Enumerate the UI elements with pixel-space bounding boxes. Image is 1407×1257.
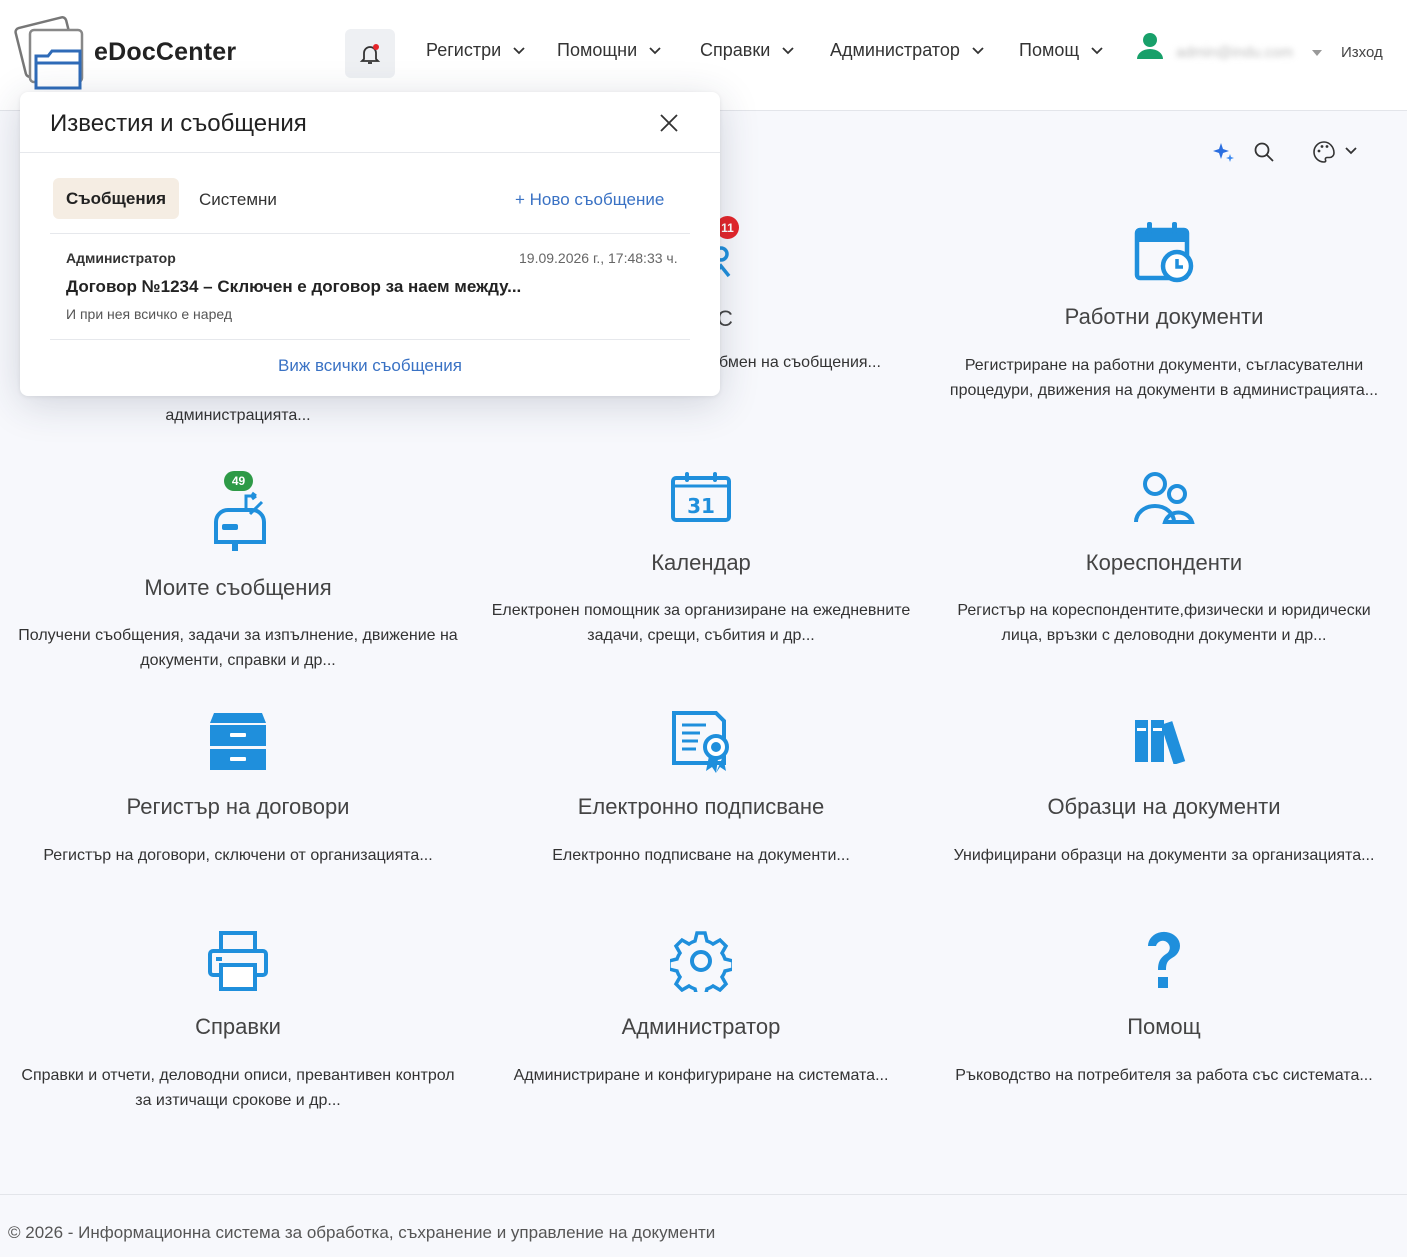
message-sender: Администратор — [66, 250, 176, 266]
popup-divider — [50, 233, 690, 234]
certificate-icon — [672, 711, 729, 773]
tab-system[interactable]: Системни — [199, 190, 277, 210]
card-help[interactable]: Помощ Ръководство на потребителя за рабо… — [944, 928, 1384, 1113]
card-description: Регистър на кореспондентите,физически и … — [957, 602, 1371, 644]
chevron-down-icon[interactable] — [1345, 147, 1357, 155]
question-mark-icon — [1147, 931, 1180, 988]
card-my-messages[interactable]: 49 Моите съобщения Получени съобщения, з… — [18, 470, 458, 680]
card-title: Администратор — [621, 1014, 781, 1039]
mailbox-icon — [214, 491, 266, 551]
nav-label: Помощни — [557, 40, 638, 60]
chevron-down-icon — [972, 46, 984, 54]
calendar-icon: 31 — [671, 472, 731, 522]
users-icon — [1134, 472, 1195, 524]
card-title: Образци на документи — [1047, 794, 1281, 819]
archive-drawer-icon — [210, 713, 266, 770]
nav-label: Справки — [700, 40, 771, 60]
popup-divider — [50, 339, 690, 340]
sparkle-ai-icon[interactable] — [1212, 140, 1236, 164]
search-icon[interactable] — [1253, 141, 1275, 163]
card-title: Моите съобщения — [144, 575, 332, 600]
palette-icon[interactable] — [1312, 140, 1336, 164]
notifications-popup: Известия и съобщения Съобщения Системни … — [20, 92, 720, 396]
card-description: Електронно подписване на документи... — [552, 847, 850, 864]
card-description: Унифицирани образци на документи за орга… — [953, 847, 1375, 864]
printer-icon — [208, 931, 268, 991]
nav-administrator[interactable]: Администратор — [830, 40, 984, 61]
message-body: И при нея всичко е наред — [66, 306, 232, 322]
card-working-documents[interactable]: Работни документи Регистриране на работн… — [944, 218, 1384, 438]
nav-label: Регистри — [426, 40, 502, 60]
nav-label: Помощ — [1019, 40, 1080, 60]
card-description: Ръководство на потребителя за работа със… — [955, 1067, 1373, 1084]
logo-folder-icon[interactable] — [10, 16, 86, 90]
calendar-clock-icon — [1134, 222, 1194, 283]
card-title: Работни документи — [1064, 304, 1264, 329]
books-icon — [1135, 720, 1186, 764]
nav-reports[interactable]: Справки — [700, 40, 794, 61]
user-email[interactable]: admin@indu.com — [1176, 44, 1293, 61]
calendar-day-text: 31 — [687, 494, 715, 518]
card-contracts-register[interactable]: Регистър на договори Регистър на договор… — [18, 710, 458, 895]
logout-link[interactable]: Изход — [1341, 44, 1383, 61]
footer-text: © 2026 - Информационна система за обрабо… — [8, 1223, 716, 1242]
card-title: Електронно подписване — [577, 794, 825, 819]
popup-title: Известия и съобщения — [50, 110, 307, 137]
card-title: Регистър на договори — [126, 794, 350, 819]
caret-down-icon[interactable] — [1312, 50, 1322, 56]
close-icon[interactable] — [658, 112, 680, 134]
nav-registers[interactable]: Регистри — [426, 40, 525, 61]
card-correspondents[interactable]: Кореспонденти Регистър на кореспондентит… — [944, 468, 1384, 678]
view-all-messages-link[interactable]: Виж всички съобщения — [20, 356, 720, 376]
card-description: Получени съобщения, задачи за изпълнение… — [18, 627, 458, 669]
card-description: Регистриране на работни документи, съгла… — [949, 357, 1379, 399]
nav-help[interactable]: Помощ — [1019, 40, 1103, 61]
card-reports[interactable]: Справки Справки и отчети, деловодни опис… — [18, 928, 458, 1113]
chevron-down-icon — [649, 46, 661, 54]
gear-icon — [670, 931, 732, 992]
card-title: Помощ — [1127, 1014, 1201, 1039]
popup-divider — [20, 152, 720, 153]
brand-name[interactable]: eDocCenter — [94, 38, 236, 67]
card-title: Кореспонденти — [1085, 550, 1243, 575]
nav-label: Администратор — [830, 40, 960, 60]
card-description: Администриране и конфигуриране на систем… — [513, 1067, 889, 1084]
card-document-templates[interactable]: Образци на документи Унифицирани образци… — [944, 710, 1384, 895]
card-title: Календар — [651, 550, 751, 575]
card-description: администрацията... — [165, 407, 311, 424]
footer-divider — [0, 1194, 1407, 1195]
nav-auxiliary[interactable]: Помощни — [557, 40, 661, 61]
card-description: Справки и отчети, деловодни описи, прева… — [21, 1067, 455, 1109]
card-description: Регистър на договори, сключени от органи… — [43, 847, 433, 864]
notifications-button[interactable] — [345, 29, 395, 78]
chevron-down-icon — [782, 46, 794, 54]
card-calendar[interactable]: 31 Календар Електронен помощник за орган… — [481, 468, 921, 658]
user-icon[interactable] — [1135, 31, 1165, 61]
card-title: Справки — [195, 1014, 281, 1039]
card-administrator[interactable]: Администратор Администриране и конфигури… — [481, 928, 921, 1093]
chevron-down-icon — [513, 46, 525, 54]
bell-icon — [359, 43, 381, 64]
message-date: 19.09.2026 г., 17:48:33 ч. — [519, 250, 678, 266]
card-description: бмен на съобщения... — [719, 354, 881, 371]
new-message-link[interactable]: + Ново съобщение — [515, 190, 664, 210]
card-description: Електронен помощник за организиране на е… — [491, 602, 911, 644]
tab-messages[interactable]: Съобщения — [53, 178, 179, 219]
chevron-down-icon — [1091, 46, 1103, 54]
message-subject: Договор №1234 – Сключен е договор за нае… — [66, 277, 522, 296]
card-electronic-signing[interactable]: Електронно подписване Електронно подписв… — [481, 710, 921, 875]
